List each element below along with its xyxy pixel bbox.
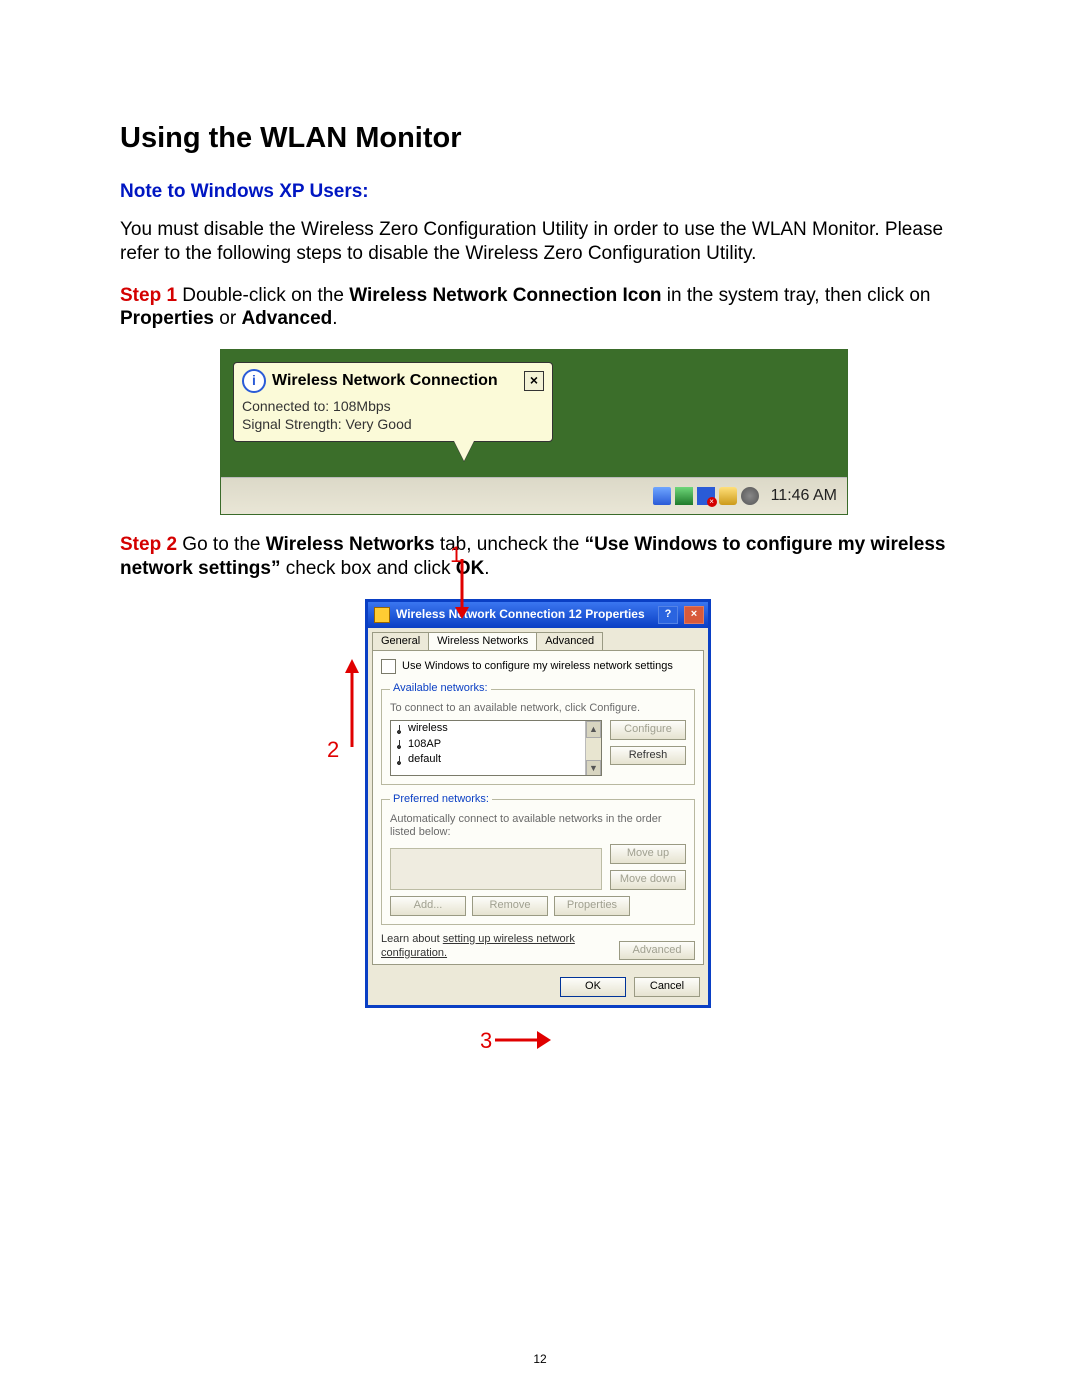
cancel-button[interactable]: Cancel — [634, 977, 700, 997]
tray-volume-icon[interactable] — [719, 487, 737, 505]
notification-balloon[interactable]: i Wireless Network Connection × Connecte… — [233, 362, 553, 442]
properties-button[interactable]: Properties — [554, 896, 630, 916]
dialog-title-icon — [374, 607, 390, 623]
dialog-titlebar[interactable]: Wireless Network Connection 12 Propertie… — [368, 602, 708, 628]
balloon-tail — [454, 441, 474, 461]
available-networks-list[interactable]: wireless 108AP default ▲ ▼ — [390, 720, 602, 776]
tray-misc-icon[interactable] — [741, 487, 759, 505]
desktop-background: i Wireless Network Connection × Connecte… — [221, 350, 847, 477]
callout-3-arrow-icon — [495, 1031, 551, 1049]
tray-network-icon[interactable] — [675, 487, 693, 505]
refresh-button[interactable]: Refresh — [610, 746, 686, 766]
taskbar-clock[interactable]: 11:46 AM — [771, 486, 837, 506]
page-number: 12 — [0, 1352, 1080, 1367]
help-button[interactable]: ? — [658, 606, 678, 624]
tray-wireless-icon[interactable]: × — [697, 487, 715, 505]
use-windows-checkbox-label: Use Windows to configure my wireless net… — [402, 660, 673, 674]
available-networks-group: Available networks: To connect to an ava… — [381, 682, 695, 785]
move-down-button[interactable]: Move down — [610, 870, 686, 890]
dialog-title: Wireless Network Connection 12 Propertie… — [396, 607, 652, 622]
tab-page-wireless: Use Windows to configure my wireless net… — [372, 650, 704, 965]
learn-about-text: Learn about setting up wireless network … — [381, 933, 611, 961]
step2-label: Step 2 — [120, 534, 177, 555]
antenna-icon — [394, 739, 404, 749]
available-networks-hint: To connect to an available network, clic… — [390, 702, 686, 716]
preferred-networks-hint: Automatically connect to available netwo… — [390, 813, 686, 841]
info-icon: i — [242, 369, 266, 393]
screenshot-properties-dialog: 1 2 3 Wireless Network Connection 12 Pro… — [355, 599, 725, 1009]
preferred-networks-list[interactable] — [390, 848, 602, 890]
taskbar: × 11:46 AM — [221, 477, 847, 514]
list-item: 108AP — [391, 737, 601, 753]
use-windows-checkbox[interactable] — [381, 659, 396, 674]
balloon-close-button[interactable]: × — [524, 371, 544, 391]
list-scrollbar[interactable]: ▲ ▼ — [585, 721, 601, 775]
close-button[interactable]: × — [684, 606, 704, 624]
move-up-button[interactable]: Move up — [610, 844, 686, 864]
add-button[interactable]: Add... — [390, 896, 466, 916]
callout-3: 3 — [480, 1027, 492, 1055]
balloon-title: Wireless Network Connection — [272, 371, 518, 391]
step1-paragraph: Step 1 Double-click on the Wireless Netw… — [120, 284, 960, 332]
step1-label: Step 1 — [120, 285, 177, 306]
subheading: Note to Windows XP Users: — [120, 180, 960, 204]
antenna-icon — [394, 724, 404, 734]
callout-1-arrow-icon — [455, 559, 469, 619]
ok-button[interactable]: OK — [560, 977, 626, 997]
callout-2-arrow-icon — [345, 659, 359, 747]
balloon-line2: Signal Strength: Very Good — [242, 415, 544, 433]
page-title: Using the WLAN Monitor — [120, 120, 960, 156]
step2-paragraph: Step 2 Go to the Wireless Networks tab, … — [120, 533, 960, 581]
callout-2: 2 — [327, 736, 339, 764]
available-networks-legend: Available networks: — [390, 682, 491, 696]
tab-general[interactable]: General — [372, 632, 429, 651]
intro-paragraph: You must disable the Wireless Zero Confi… — [120, 218, 960, 266]
balloon-line1: Connected to: 108Mbps — [242, 397, 544, 415]
tray-msn-icon[interactable] — [653, 487, 671, 505]
tab-wireless-networks[interactable]: Wireless Networks — [428, 632, 537, 651]
tab-strip: General Wireless Networks Advanced — [368, 628, 708, 651]
preferred-networks-group: Preferred networks: Automatically connec… — [381, 793, 695, 925]
advanced-button[interactable]: Advanced — [619, 941, 695, 961]
list-item: default — [391, 752, 601, 768]
tab-advanced[interactable]: Advanced — [536, 632, 603, 651]
preferred-networks-legend: Preferred networks: — [390, 793, 492, 807]
remove-button[interactable]: Remove — [472, 896, 548, 916]
scroll-up-button[interactable]: ▲ — [586, 721, 601, 738]
antenna-icon — [394, 755, 404, 765]
screenshot-tray-balloon: i Wireless Network Connection × Connecte… — [220, 349, 848, 515]
scroll-down-button[interactable]: ▼ — [586, 760, 601, 776]
properties-dialog: Wireless Network Connection 12 Propertie… — [365, 599, 711, 1009]
list-item: wireless — [391, 721, 601, 737]
configure-button[interactable]: Configure — [610, 720, 686, 740]
